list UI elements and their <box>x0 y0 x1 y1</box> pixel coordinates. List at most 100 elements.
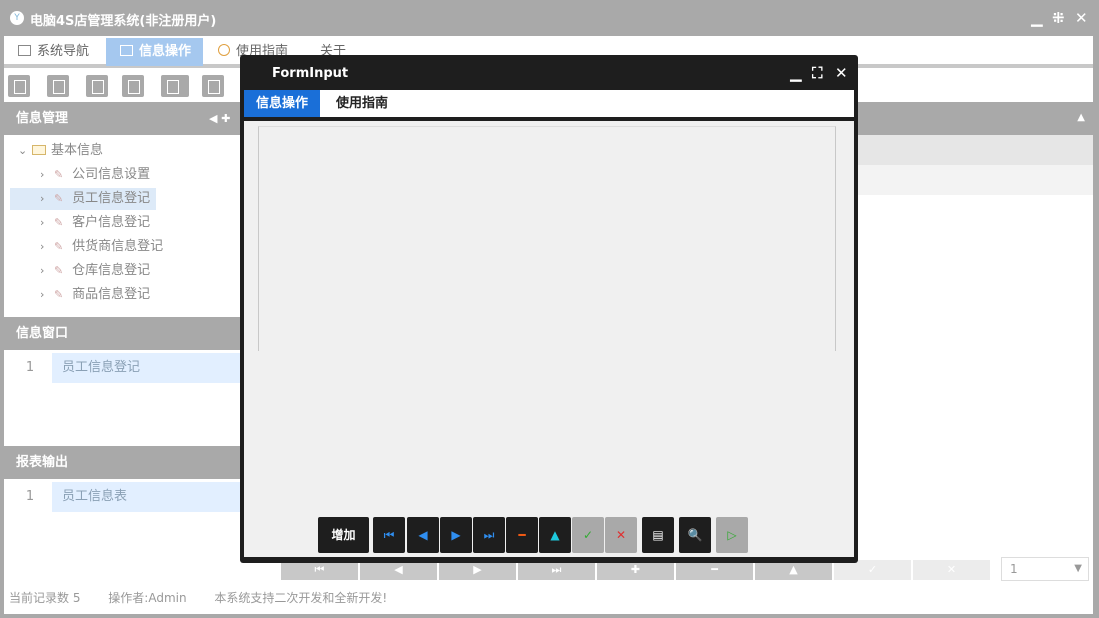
first-icon[interactable]: ⏮ <box>373 517 405 553</box>
right-panel-header: ▲ <box>856 102 1093 135</box>
row-number: 1 <box>8 482 52 512</box>
chevron-right-icon[interactable]: › <box>40 188 54 210</box>
list-item[interactable]: 1 员工信息表 <box>8 482 244 512</box>
guide-icon <box>218 44 230 56</box>
close-icon[interactable]: ✕ <box>1075 9 1088 27</box>
minimize-icon[interactable]: ▁ <box>1031 9 1043 27</box>
dialog-tab-info-operation[interactable]: 信息操作 <box>244 90 321 117</box>
page-value: 1 <box>1010 562 1018 576</box>
delete-icon[interactable]: ━ <box>506 517 538 553</box>
dialog-tabs: 信息操作 使用指南 <box>244 90 854 121</box>
chevron-right-icon[interactable]: › <box>40 164 54 186</box>
toolbar-search-icon[interactable] <box>8 75 30 97</box>
last-record-button[interactable]: ⏭ <box>518 560 595 580</box>
tab-label: 系统导航 <box>37 44 90 59</box>
page-select[interactable]: 1 ▼ <box>1001 557 1089 581</box>
title-bar[interactable]: Y 电脑4S店管理系统(非注册用户) ▁ ⁜ ✕ <box>0 0 1099 36</box>
row-number: 1 <box>8 353 52 383</box>
grid-icon <box>120 45 133 56</box>
toolbar-list-icon[interactable] <box>47 75 69 97</box>
toolbar-document-icon[interactable] <box>86 75 108 97</box>
tree-label: 供货商信息登记 <box>72 239 164 254</box>
tab-label: 信息操作 <box>139 44 192 59</box>
tree-label: 基本信息 <box>51 143 104 158</box>
next-record-button[interactable]: ▶ <box>439 560 516 580</box>
chevron-down-icon[interactable]: ⌄ <box>18 140 32 162</box>
chevron-down-icon[interactable]: ▼ <box>1074 558 1082 580</box>
tab-info-operation[interactable]: 信息操作 <box>106 38 204 66</box>
status-bar: 当前记录数 5 操作者:Admin 本系统支持二次开发和全新开发! <box>4 586 1093 610</box>
restore-icon[interactable]: ⁜ <box>1052 9 1065 27</box>
tree-label: 员工信息登记 <box>72 191 151 206</box>
first-record-button[interactable]: ⏮ <box>281 560 358 580</box>
app-window: Y 电脑4S店管理系统(非注册用户) ▁ ⁜ ✕ 系统导航 信息操作 使用指南 … <box>0 0 1099 618</box>
tree-root-basic-info[interactable]: ⌄ 基本信息 <box>18 140 103 162</box>
edit-record-button[interactable]: ▲ <box>755 560 832 580</box>
prev-icon[interactable]: ◀ <box>407 517 439 553</box>
toolbar-screen-icon[interactable] <box>161 75 189 97</box>
next-icon[interactable]: ▶ <box>440 517 472 553</box>
dialog-close-icon[interactable]: ✕ <box>835 64 848 82</box>
leaf-icon: ✎ <box>54 240 64 253</box>
tab-system-nav[interactable]: 系统导航 <box>4 38 101 66</box>
table-row[interactable] <box>856 165 1093 195</box>
collapse-up-icon[interactable]: ▲ <box>1077 112 1085 123</box>
tree-label: 商品信息登记 <box>72 287 151 302</box>
panel-header-report: 报表输出 <box>4 446 244 479</box>
folder-icon <box>32 145 46 155</box>
panel-header-info-mgmt: 信息管理 ◀ ✚ <box>4 102 244 135</box>
window-title: 电脑4S店管理系统(非注册用户) <box>30 14 217 29</box>
run-icon[interactable]: ▷ <box>716 517 748 553</box>
leaf-icon: ✎ <box>54 264 64 277</box>
cancel-icon[interactable]: ✕ <box>605 517 637 553</box>
cancel-button[interactable]: ✕ <box>913 560 990 580</box>
panel-title: 信息管理 <box>16 111 69 126</box>
print-icon[interactable]: ▤ <box>642 517 674 553</box>
panel-nav-icon[interactable]: ◀ ✚ <box>209 102 231 135</box>
dialog-title: FormInput <box>272 66 349 81</box>
leaf-icon: ✎ <box>54 216 64 229</box>
edit-up-icon[interactable]: ▲ <box>539 517 571 553</box>
dialog-minimize-icon[interactable]: ▁ <box>790 64 802 82</box>
tree-item-employee[interactable]: › ✎ 员工信息登记 <box>10 188 157 210</box>
preview-icon[interactable]: 🔍 <box>679 517 711 553</box>
tree-item-customer[interactable]: › ✎ 客户信息登记 <box>40 212 150 234</box>
app-logo-icon: Y <box>10 11 24 25</box>
dialog-body: 信息操作 使用指南 增加 ⏮ ◀ ▶ ⏭ ━ ▲ ✓ ✕ ▤ 🔍 ▷ <box>244 90 854 557</box>
dialog-maximize-icon[interactable]: ⛶ <box>812 64 823 82</box>
confirm-icon[interactable]: ✓ <box>572 517 604 553</box>
leaf-icon: ✎ <box>54 168 64 181</box>
tree-item-product[interactable]: › ✎ 商品信息登记 <box>40 284 150 306</box>
tree-label: 仓库信息登记 <box>72 263 151 278</box>
delete-record-button[interactable]: ━ <box>676 560 753 580</box>
toolbar-export-icon[interactable] <box>202 75 224 97</box>
dialog-tab-user-guide[interactable]: 使用指南 <box>324 90 400 117</box>
status-message: 本系统支持二次开发和全新开发! <box>214 591 388 605</box>
chevron-right-icon[interactable]: › <box>40 284 54 306</box>
toolbar-edit-icon[interactable] <box>122 75 144 97</box>
dialog-content-frame <box>258 126 836 351</box>
row-label: 员工信息登记 <box>62 360 141 375</box>
table-row[interactable] <box>856 135 1093 165</box>
tree-item-warehouse[interactable]: › ✎ 仓库信息登记 <box>40 260 150 282</box>
prev-record-button[interactable]: ◀ <box>360 560 437 580</box>
tree-item-company[interactable]: › ✎ 公司信息设置 <box>40 164 150 186</box>
leaf-icon: ✎ <box>54 288 64 301</box>
tree-label: 公司信息设置 <box>72 167 151 182</box>
chevron-right-icon[interactable]: › <box>40 260 54 282</box>
panel-title: 信息窗口 <box>16 326 69 341</box>
chevron-right-icon[interactable]: › <box>40 236 54 258</box>
info-tree: ⌄ 基本信息 › ✎ 公司信息设置 › ✎ 员工信息登记 › ✎ 客户信息登记 › ✎ 供… <box>4 135 244 315</box>
chevron-right-icon[interactable]: › <box>40 212 54 234</box>
add-record-button[interactable]: ✚ <box>597 560 674 580</box>
status-record-count: 当前记录数 5 <box>9 591 81 605</box>
confirm-button[interactable]: ✓ <box>834 560 911 580</box>
monitor-icon <box>18 45 31 56</box>
panel-title: 报表输出 <box>16 455 69 470</box>
tree-item-supplier[interactable]: › ✎ 供货商信息登记 <box>40 236 163 258</box>
row-label: 员工信息表 <box>62 489 128 504</box>
add-button[interactable]: 增加 <box>318 517 369 553</box>
last-icon[interactable]: ⏭ <box>473 517 505 553</box>
list-item[interactable]: 1 员工信息登记 <box>8 353 244 383</box>
tree-label: 客户信息登记 <box>72 215 151 230</box>
